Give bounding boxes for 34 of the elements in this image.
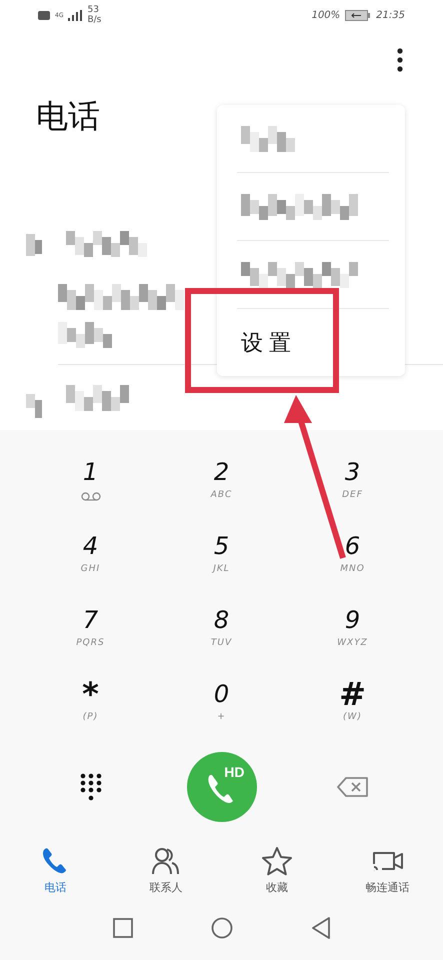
clock: 21:35 [376, 10, 405, 20]
dial-key[interactable]: 2 ABC [156, 450, 287, 522]
nav-tab[interactable]: 电话 [0, 842, 111, 899]
dial-key[interactable]: 8 TUV [156, 598, 287, 670]
dial-key[interactable]: # (W) [287, 672, 418, 744]
dial-key[interactable]: 9 WXYZ [287, 598, 418, 670]
signal-icon [68, 10, 82, 20]
star-icon [260, 846, 293, 876]
menu-item[interactable]: 设置 [237, 309, 385, 376]
more-icon [397, 48, 403, 72]
dial-key[interactable]: 0 + [156, 672, 287, 744]
dial-key[interactable]: 3 DEF [287, 450, 418, 522]
dial-key[interactable]: 6 MNO [287, 524, 418, 596]
dial-key[interactable]: * (P) [25, 672, 156, 744]
speed-unit: B/s [87, 15, 102, 25]
nav-tab[interactable]: 联系人 [110, 842, 222, 899]
home-icon[interactable] [210, 917, 232, 939]
dial-key[interactable]: 4 GHI [25, 524, 156, 596]
dial-key[interactable]: 7 PQRS [25, 598, 156, 670]
hd-voice-icon [38, 10, 50, 20]
voicemail-icon [80, 492, 100, 501]
nav-tab[interactable]: 畅连通话 [332, 842, 443, 899]
dial-key[interactable]: 1 [25, 450, 156, 522]
backspace-icon [336, 777, 368, 797]
battery-icon [345, 10, 372, 20]
pixelated-text [26, 394, 42, 420]
nav-tab[interactable]: 收藏 [222, 842, 332, 899]
speed-value: 53 [87, 5, 100, 15]
back-icon[interactable] [310, 917, 330, 939]
dial-key[interactable]: 5 JKL [156, 524, 287, 596]
recent-apps-icon[interactable] [112, 918, 132, 938]
page-title: 电话 [35, 97, 100, 136]
dialpad-icon [80, 773, 102, 801]
battery-percent: 100% [312, 10, 340, 20]
